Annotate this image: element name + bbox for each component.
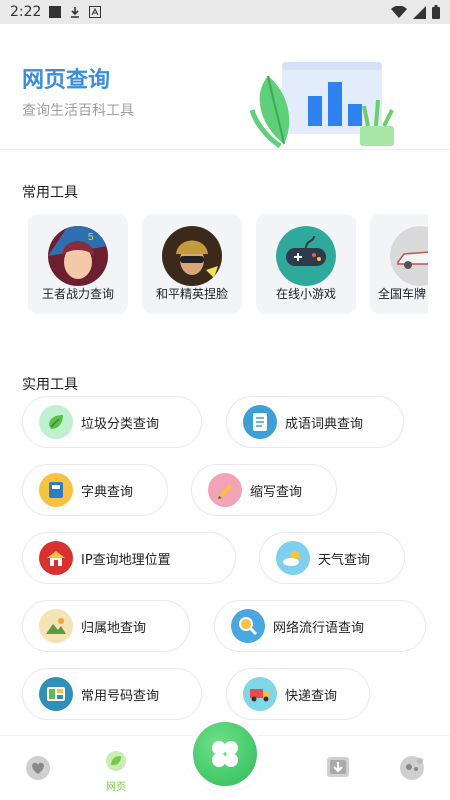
tool-pill-dictionary[interactable]: 字典查询 — [22, 464, 168, 516]
download-icon — [71, 7, 80, 18]
tool-pill-slang[interactable]: 网络流行语查询 — [214, 600, 426, 652]
nav-favorites[interactable] — [18, 756, 58, 784]
tool-pill-ip[interactable]: IP查询地理位置 — [22, 532, 236, 584]
tool-label: IP查询地理位置 — [81, 552, 171, 568]
tool-pill-location[interactable]: 归属地查询 — [22, 600, 190, 652]
tool-pill-abbreviation[interactable]: 缩写查询 — [191, 464, 337, 516]
section-title-common: 常用工具 — [22, 185, 78, 201]
leaf-icon — [39, 405, 73, 439]
header: 网页查询 查询生活百科工具 — [0, 24, 450, 149]
nav-web-label: 网页 — [106, 782, 126, 793]
document-icon — [243, 405, 277, 439]
common-tool-label: 全国车牌 — [378, 287, 427, 301]
heart-icon — [26, 756, 50, 780]
car-icon — [390, 226, 428, 286]
tool-label: 垃圾分类查询 — [81, 416, 160, 432]
center-apps-button[interactable] — [193, 722, 257, 786]
battery-icon — [432, 5, 440, 19]
book-icon — [39, 473, 73, 507]
tool-pill-phone-numbers[interactable]: 常用号码查询 — [22, 668, 202, 720]
tool-pill-garbage[interactable]: 垃圾分类查询 — [22, 396, 202, 448]
svg-text:5: 5 — [88, 232, 94, 243]
tool-label: 网络流行语查询 — [273, 620, 365, 636]
section-title-practical: 实用工具 — [22, 377, 78, 393]
wifi-icon — [391, 5, 407, 18]
notification-square-icon — [49, 6, 62, 18]
tool-label: 快递查询 — [285, 688, 338, 704]
tool-label: 缩写查询 — [250, 484, 303, 500]
magnifier-icon — [231, 609, 265, 643]
truck-icon — [243, 677, 277, 711]
tool-label: 天气查询 — [318, 552, 371, 568]
nav-profile[interactable] — [392, 754, 432, 786]
tool-pill-idiom[interactable]: 成语词典查询 — [226, 396, 404, 448]
font-a-icon — [89, 6, 102, 18]
header-divider — [0, 149, 450, 150]
common-tools-carousel[interactable]: 5 王者战力查询 和平精英捏脸 在线小游戏 全国车牌 — [28, 214, 428, 316]
tool-label: 字典查询 — [81, 484, 134, 500]
tool-pill-express[interactable]: 快递查询 — [226, 668, 370, 720]
hero-avatar-icon: 5 — [48, 226, 108, 286]
common-tool-card[interactable]: 全国车牌 — [370, 214, 428, 314]
web-leaf-icon — [106, 751, 126, 771]
page-subtitle: 查询生活百科工具 — [22, 103, 134, 119]
common-tool-card[interactable]: 在线小游戏 — [256, 214, 356, 314]
nav-downloads[interactable] — [318, 754, 358, 784]
house-icon — [39, 541, 73, 575]
pencil-icon — [208, 473, 242, 507]
gamepad-icon — [276, 226, 336, 286]
download-box-icon — [327, 757, 349, 777]
sun-cloud-icon — [276, 541, 310, 575]
hero-illustration — [250, 62, 394, 149]
tool-pill-weather[interactable]: 天气查询 — [259, 532, 405, 584]
page-title: 网页查询 — [22, 68, 111, 93]
common-tool-card[interactable]: 和平精英捏脸 — [142, 214, 242, 314]
tool-label: 成语词典查询 — [285, 416, 364, 432]
common-tool-card[interactable]: 5 王者战力查询 — [28, 214, 128, 314]
signal-icon — [413, 5, 426, 19]
status-bar: 2:22 — [0, 0, 450, 24]
tool-label: 归属地查询 — [81, 620, 147, 636]
common-tool-label: 在线小游戏 — [275, 287, 336, 301]
profile-icon — [400, 756, 424, 780]
common-tool-label: 和平精英捏脸 — [155, 287, 228, 301]
status-time: 2:22 — [10, 4, 42, 20]
layout-icon — [39, 677, 73, 711]
soldier-avatar-icon — [162, 226, 222, 286]
nav-web[interactable]: 网页 — [96, 750, 136, 793]
tool-label: 常用号码查询 — [81, 688, 160, 704]
landscape-icon — [39, 609, 73, 643]
common-tool-label: 王者战力查询 — [41, 287, 114, 301]
clover-icon — [212, 741, 238, 767]
